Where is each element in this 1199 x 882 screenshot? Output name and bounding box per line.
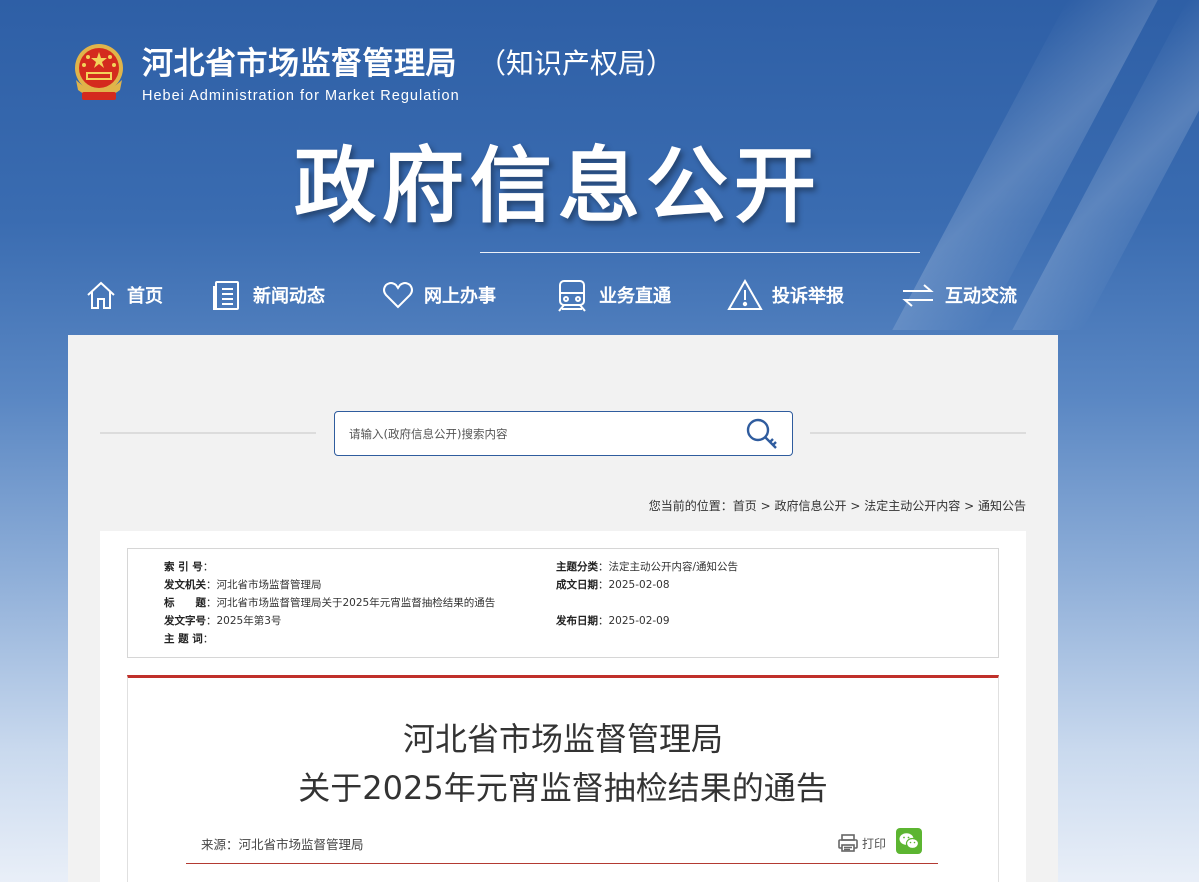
nav-label-complaints: 投诉举报 (772, 286, 844, 307)
breadcrumb-prefix: 您当前的位置： (648, 499, 733, 513)
meta-value: 2025-02-09 (608, 615, 670, 627)
breadcrumb-item-statutory[interactable]: 法定主动公开内容 (864, 499, 960, 513)
main-panel: 您当前的位置：首页 > 政府信息公开 > 法定主动公开内容 > 通知公告 索 引… (68, 335, 1058, 882)
home-icon (87, 281, 115, 309)
news-icon (213, 281, 239, 310)
content-area: 索 引 号： 主题分类：法定主动公开内容/通知公告 发文机关：河北省市场监督管理… (100, 531, 1026, 882)
nav-item-business[interactable]: 业务直通 (554, 272, 671, 318)
meta-value: 2025年第3号 (216, 615, 282, 627)
page-banner-title: 政府信息公开 (294, 139, 823, 234)
banner-underline (480, 252, 920, 253)
meta-category: 主题分类：法定主动公开内容/通知公告 (556, 561, 739, 573)
nav-label-online-services: 网上办事 (424, 286, 496, 307)
search-input[interactable] (349, 412, 729, 455)
nav-item-home[interactable]: 首页 (84, 272, 163, 318)
breadcrumb-separator: > (850, 499, 861, 513)
meta-value: 2025-02-08 (608, 579, 670, 591)
nav-item-news[interactable]: 新闻动态 (210, 272, 325, 318)
article-source: 来源：河北省市场监督管理局 (201, 837, 364, 852)
nav-item-complaints[interactable]: 投诉举报 (727, 272, 844, 318)
meta-label: 发文机关 (164, 579, 206, 591)
meta-issuer: 发文机关：河北省市场监督管理局 (164, 579, 322, 591)
document-metadata: 索 引 号： 主题分类：法定主动公开内容/通知公告 发文机关：河北省市场监督管理… (127, 548, 999, 658)
breadcrumb-separator: > (964, 499, 975, 513)
print-button[interactable]: 打印 (837, 833, 886, 853)
main-nav: 首页 新闻动态 网上办事 业务直通 投诉举报 互动交流 (84, 272, 1044, 318)
meta-value: 河北省市场监督管理局 (216, 579, 322, 591)
heart-icon (383, 282, 413, 309)
article-divider (186, 863, 938, 864)
meta-value: 河北省市场监督管理局关于2025年元宵监督抽检结果的通告 (216, 597, 496, 609)
meta-value: 法定主动公开内容/通知公告 (608, 561, 739, 573)
meta-label: 发布日期 (556, 615, 598, 627)
meta-title: 标 题：河北省市场监督管理局关于2025年元宵监督抽检结果的通告 (164, 597, 496, 609)
article-title-line2: 关于2025年元宵监督抽检结果的通告 (298, 769, 828, 807)
search-divider-right (810, 432, 1026, 434)
article-tools: 打印 (837, 828, 922, 858)
site-header: 河北省市场监督管理局 （知识产权局） Hebei Administration … (68, 40, 688, 110)
breadcrumb-item-gov-info[interactable]: 政府信息公开 (775, 499, 847, 513)
nav-item-interaction[interactable]: 互动交流 (900, 272, 1017, 318)
meta-keywords: 主 题 词： (164, 633, 214, 645)
meta-doc-no: 发文字号：2025年第3号 (164, 615, 282, 627)
meta-label: 索 引 号 (164, 561, 203, 573)
article: 河北省市场监督管理局 关于2025年元宵监督抽检结果的通告 来源：河北省市场监督… (127, 675, 999, 882)
meta-label: 主题分类 (556, 561, 598, 573)
meta-published-date: 发布日期：2025-02-09 (556, 615, 670, 627)
printer-icon (838, 834, 858, 852)
breadcrumb-separator: > (760, 499, 771, 513)
wechat-icon (896, 828, 922, 854)
national-emblem-icon (75, 44, 123, 100)
nav-item-online-services[interactable]: 网上办事 (381, 272, 496, 318)
meta-index-no: 索 引 号： (164, 561, 214, 573)
search-button[interactable] (742, 416, 782, 452)
nav-label-home: 首页 (127, 286, 163, 307)
meta-label: 主 题 词 (164, 633, 203, 645)
search-icon (746, 418, 777, 449)
search-bar (334, 411, 793, 456)
wechat-share-button[interactable] (896, 828, 922, 858)
meta-label: 成文日期 (556, 579, 598, 591)
site-subtitle: （知识产权局） (478, 47, 675, 80)
breadcrumb: 您当前的位置：首页 > 政府信息公开 > 法定主动公开内容 > 通知公告 (649, 497, 1026, 514)
warning-icon (727, 278, 763, 310)
print-label: 打印 (861, 836, 886, 851)
meta-label: 发文字号 (164, 615, 206, 627)
site-title-english: Hebei Administration for Market Regulati… (142, 88, 460, 104)
breadcrumb-item-notices[interactable]: 通知公告 (978, 499, 1026, 513)
nav-label-interaction: 互动交流 (945, 286, 1017, 307)
train-icon (558, 280, 586, 312)
search-divider-left (100, 432, 316, 434)
meta-label: 标 题 (164, 597, 206, 609)
exchange-icon (902, 284, 934, 307)
meta-created-date: 成文日期：2025-02-08 (556, 579, 670, 591)
nav-label-news: 新闻动态 (253, 286, 325, 307)
site-title[interactable]: 河北省市场监督管理局 (142, 44, 457, 84)
nav-label-business: 业务直通 (599, 286, 671, 307)
breadcrumb-item-home[interactable]: 首页 (733, 499, 757, 513)
article-title-line1: 河北省市场监督管理局 (402, 720, 723, 758)
